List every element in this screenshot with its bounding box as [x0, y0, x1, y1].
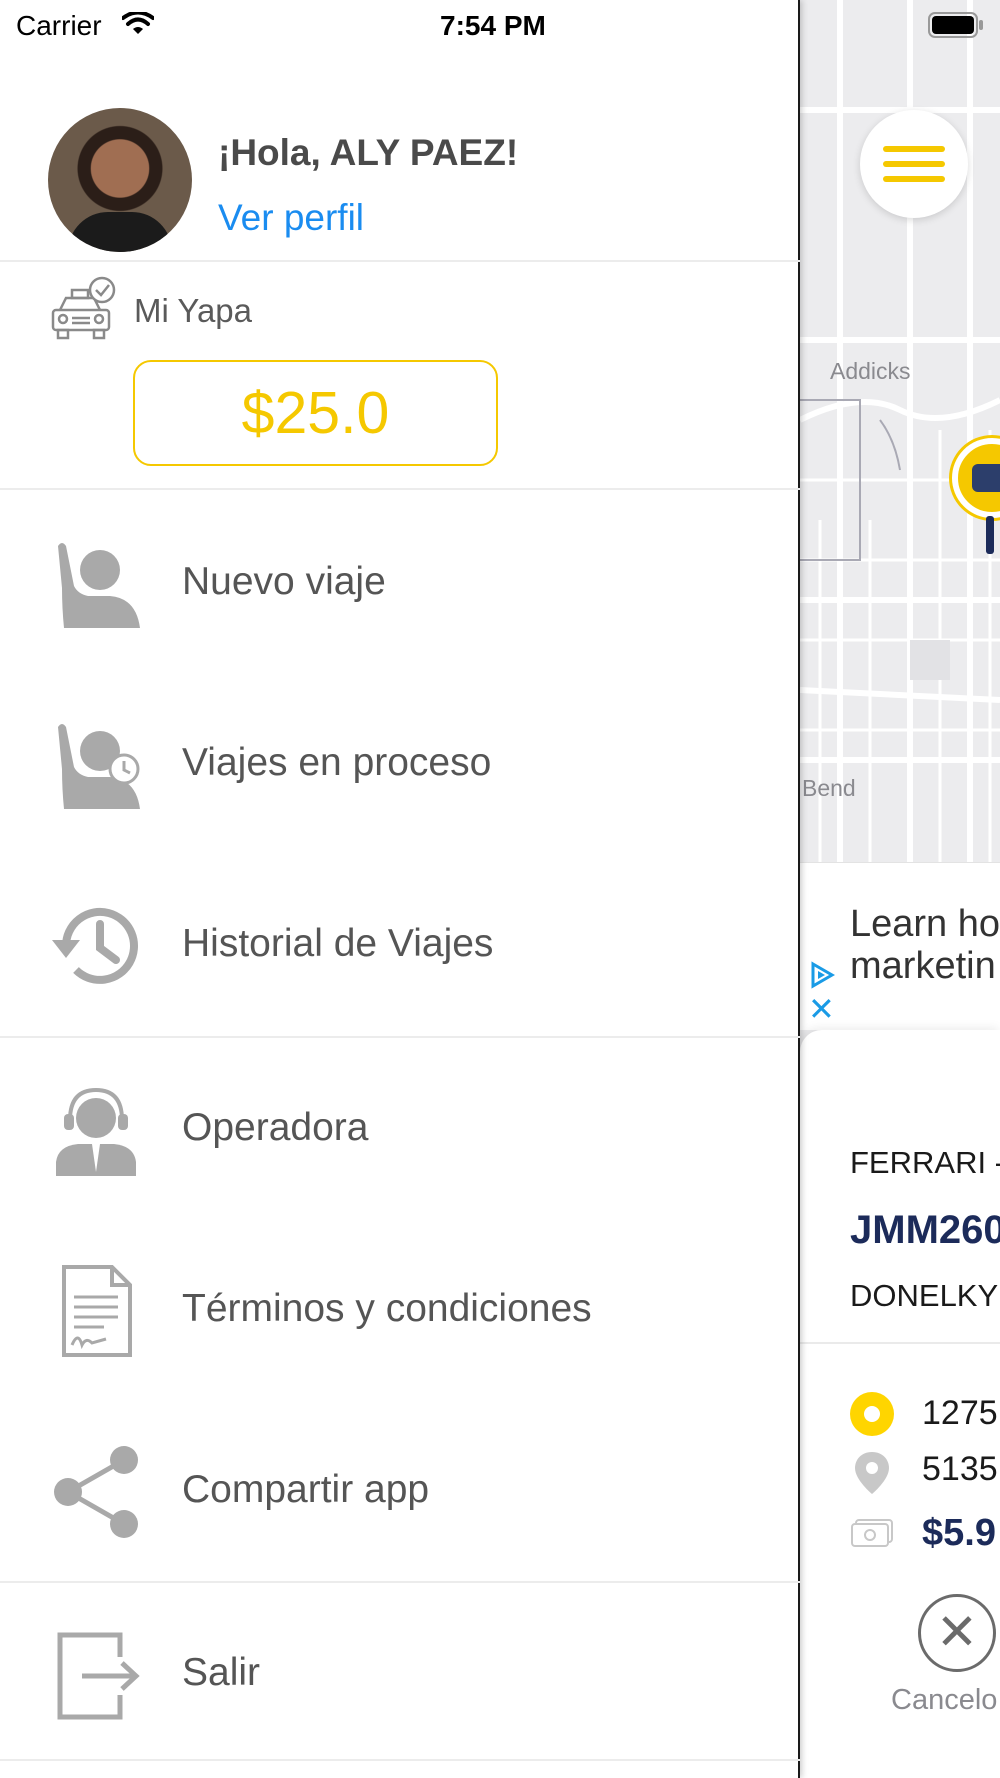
divider — [0, 1036, 800, 1038]
carrier-label: Carrier — [16, 10, 102, 41]
menu-item-viajes-en-proceso[interactable]: Viajes en proceso — [0, 703, 800, 823]
document-signature-icon — [62, 1265, 132, 1357]
menu-item-salir[interactable]: Salir — [0, 1613, 800, 1733]
yapa-label: Mi Yapa — [134, 292, 253, 329]
ad-choices-icon[interactable] — [808, 961, 836, 989]
menu-item-compartir[interactable]: Compartir app — [0, 1430, 800, 1550]
cancel-trip-label[interactable]: Cancelo — [891, 1684, 997, 1717]
cash-icon — [851, 1519, 893, 1547]
battery-icon — [928, 12, 983, 38]
menu-item-terminos[interactable]: Términos y condiciones — [0, 1249, 800, 1369]
card-divider — [800, 1342, 1000, 1344]
map-view[interactable]: Addicks Bend — [800, 0, 1000, 862]
car-model: FERRARI - — [850, 1145, 1000, 1180]
origin-dot-icon — [850, 1392, 894, 1436]
divider — [0, 1581, 800, 1583]
view-profile-link[interactable]: Ver perfil — [218, 197, 364, 239]
menu-item-nuevo-viaje[interactable]: Nuevo viaje — [0, 522, 800, 642]
avatar[interactable] — [48, 108, 192, 252]
taxi-marker-stem — [986, 516, 994, 554]
ad-text: Learn ho marketin — [850, 903, 1000, 987]
map-label-bend: Bend — [802, 775, 856, 801]
app-screen: Addicks Bend Learn ho marketin ✕ FERRARI… — [0, 0, 1000, 1778]
origin-address: 1275 — [922, 1394, 998, 1432]
menu-item-historial[interactable]: Historial de Viajes — [0, 884, 800, 1004]
main-screen-behind-drawer[interactable]: Addicks Bend Learn ho marketin ✕ FERRARI… — [800, 0, 1000, 1778]
menu-label: Nuevo viaje — [182, 560, 386, 603]
logout-icon — [57, 1632, 140, 1720]
divider — [0, 488, 800, 490]
ad-banner[interactable]: Learn ho marketin ✕ — [800, 862, 1000, 1030]
status-bar: Carrier 7:54 PM — [0, 0, 1000, 52]
history-icon — [52, 907, 138, 984]
menu-label: Historial de Viajes — [182, 922, 494, 965]
hamburger-menu-button[interactable] — [860, 110, 968, 218]
trip-card: FERRARI - JMM260 DONELKY 1275 5135 $5.9 … — [800, 1030, 1000, 1778]
menu-label: Compartir app — [182, 1468, 430, 1511]
menu-item-operadora[interactable]: Operadora — [0, 1068, 800, 1188]
destination-address: 5135 — [922, 1450, 998, 1488]
yapa-balance: $25.0 — [133, 360, 498, 466]
menu-label: Operadora — [182, 1106, 369, 1149]
trip-price: $5.9 — [922, 1512, 996, 1554]
headset-operator-icon — [56, 1087, 136, 1176]
raised-hand-icon — [58, 543, 140, 628]
raised-hand-clock-icon — [58, 724, 140, 809]
taxi-check-icon — [51, 276, 116, 340]
divider — [0, 1759, 800, 1761]
side-drawer: ¡Hola, ALY PAEZ! Ver perfil Mi Yapa $25.… — [0, 0, 800, 1778]
greeting-text: ¡Hola, ALY PAEZ! — [218, 132, 519, 173]
driver-name: DONELKY — [850, 1278, 999, 1313]
hamburger-icon — [883, 146, 945, 152]
ad-close-icon[interactable]: ✕ — [808, 993, 835, 1025]
profile-header: ¡Hola, ALY PAEZ! Ver perfil — [0, 100, 800, 262]
share-icon — [54, 1446, 138, 1538]
license-plate: JMM260 — [850, 1208, 1000, 1252]
divider — [0, 260, 800, 262]
menu-label: Salir — [182, 1651, 261, 1694]
status-time: 7:54 PM — [440, 10, 546, 41]
cancel-trip-button[interactable]: ✕ — [918, 1594, 996, 1672]
location-pin-icon — [855, 1452, 889, 1494]
menu-label: Viajes en proceso — [182, 741, 492, 784]
menu-label: Términos y condiciones — [182, 1287, 592, 1330]
wifi-icon — [122, 12, 154, 34]
map-label-addicks: Addicks — [830, 358, 911, 384]
